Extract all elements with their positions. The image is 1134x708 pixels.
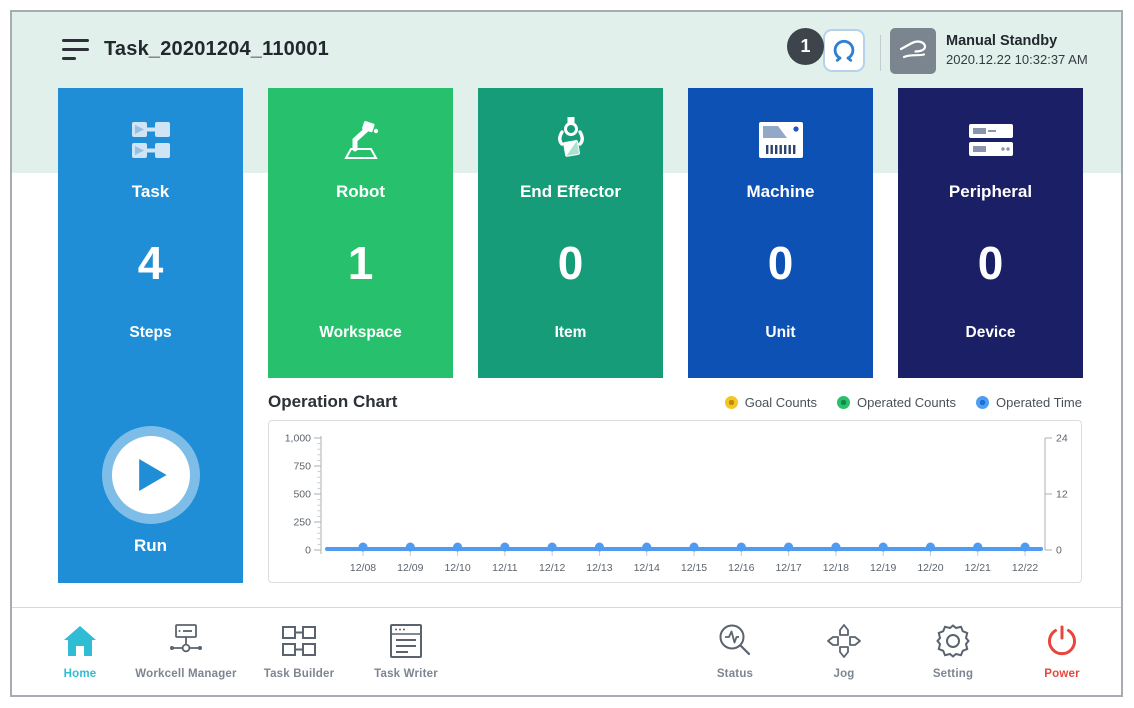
- nav-power[interactable]: Power: [997, 614, 1127, 692]
- peripheral-icon: [898, 112, 1083, 168]
- run-button[interactable]: [102, 426, 200, 524]
- svg-text:12/21: 12/21: [965, 562, 991, 574]
- svg-text:12: 12: [1056, 489, 1068, 501]
- svg-text:12/11: 12/11: [492, 562, 518, 574]
- legend-operated-time: Operated Time: [976, 395, 1082, 410]
- hand-icon: [897, 35, 929, 67]
- card-peripheral-unit: Device: [898, 324, 1083, 342]
- end-effector-icon: [478, 112, 663, 168]
- run-button-inner: [112, 436, 190, 514]
- task-title: Task_20201204_110001: [104, 38, 329, 61]
- header-divider: [880, 35, 881, 71]
- card-task-unit: Steps: [58, 324, 243, 342]
- svg-text:1,000: 1,000: [285, 433, 311, 445]
- card-robot[interactable]: Robot 1 Workspace: [268, 88, 453, 378]
- svg-text:12/09: 12/09: [397, 562, 423, 574]
- manual-mode-tile[interactable]: [890, 28, 936, 74]
- svg-text:0: 0: [305, 545, 311, 557]
- gripper-icon: [831, 38, 857, 64]
- svg-text:12/13: 12/13: [586, 562, 612, 574]
- svg-text:12/19: 12/19: [870, 562, 896, 574]
- svg-text:12/08: 12/08: [350, 562, 376, 574]
- svg-text:750: 750: [293, 461, 311, 473]
- legend-goal-counts: Goal Counts: [725, 395, 817, 410]
- card-task-label: Task: [58, 182, 243, 202]
- goal-counts-dot-icon: [725, 396, 738, 409]
- notification-badge[interactable]: 1: [787, 28, 824, 65]
- nav-separator: [12, 607, 1121, 608]
- power-icon: [997, 620, 1127, 662]
- svg-text:12/16: 12/16: [728, 562, 754, 574]
- card-machine-unit: Unit: [688, 324, 873, 342]
- card-task-value: 4: [58, 236, 243, 290]
- mode-timestamp: 2020.12.22 10:32:37 AM: [946, 52, 1088, 67]
- card-end-effector-value: 0: [478, 236, 663, 290]
- menu-hamburger-icon[interactable]: [62, 39, 89, 63]
- play-icon: [139, 459, 169, 491]
- chart-legend: Goal Counts Operated Counts Operated Tim…: [725, 395, 1082, 410]
- card-robot-value: 1: [268, 236, 453, 290]
- operated-counts-dot-icon: [837, 396, 850, 409]
- task-writer-icon: [341, 620, 471, 662]
- operation-chart-plot: 0 250 500 750 1,000 0 12 24 12/08 12/09 12/10 12/11…: [269, 421, 1081, 582]
- card-peripheral[interactable]: Peripheral 0 Device: [898, 88, 1083, 378]
- operated-time-dot-icon: [976, 396, 989, 409]
- card-end-effector-label: End Effector: [478, 182, 663, 202]
- svg-text:12/10: 12/10: [444, 562, 470, 574]
- card-robot-unit: Workspace: [268, 324, 453, 342]
- card-robot-label: Robot: [268, 182, 453, 202]
- run-label: Run: [58, 536, 243, 556]
- card-peripheral-value: 0: [898, 236, 1083, 290]
- svg-text:12/12: 12/12: [539, 562, 565, 574]
- card-end-effector-unit: Item: [478, 324, 663, 342]
- svg-text:12/22: 12/22: [1012, 562, 1038, 574]
- svg-text:500: 500: [293, 489, 311, 501]
- card-task[interactable]: Task 4 Steps Run: [58, 88, 243, 583]
- task-steps-icon: [58, 112, 243, 168]
- card-machine[interactable]: Machine 0 Unit: [688, 88, 873, 378]
- svg-text:12/18: 12/18: [823, 562, 849, 574]
- card-peripheral-label: Peripheral: [898, 182, 1083, 202]
- nav-workcell-manager[interactable]: Workcell Manager: [121, 614, 251, 692]
- operation-chart-title: Operation Chart: [268, 392, 397, 412]
- mode-label: Manual Standby: [946, 33, 1088, 49]
- svg-text:250: 250: [293, 517, 311, 529]
- svg-text:12/17: 12/17: [775, 562, 801, 574]
- svg-text:24: 24: [1056, 433, 1068, 445]
- svg-text:12/14: 12/14: [634, 562, 660, 574]
- gripper-tool-button[interactable]: [823, 29, 865, 72]
- workcell-manager-icon: [121, 620, 251, 662]
- robot-mode-status: Manual Standby 2020.12.22 10:32:37 AM: [946, 33, 1088, 67]
- svg-text:12/20: 12/20: [917, 562, 943, 574]
- nav-task-writer[interactable]: Task Writer: [341, 614, 471, 692]
- card-machine-label: Machine: [688, 182, 873, 202]
- svg-text:12/15: 12/15: [681, 562, 707, 574]
- robot-arm-icon: [268, 112, 453, 168]
- operation-chart: 0 250 500 750 1,000 0 12 24 12/08 12/09 12/10 12/11…: [268, 420, 1082, 583]
- card-machine-value: 0: [688, 236, 873, 290]
- svg-text:0: 0: [1056, 545, 1062, 557]
- card-end-effector[interactable]: End Effector 0 Item: [478, 88, 663, 378]
- legend-operated-counts: Operated Counts: [837, 395, 956, 410]
- machine-icon: [688, 112, 873, 168]
